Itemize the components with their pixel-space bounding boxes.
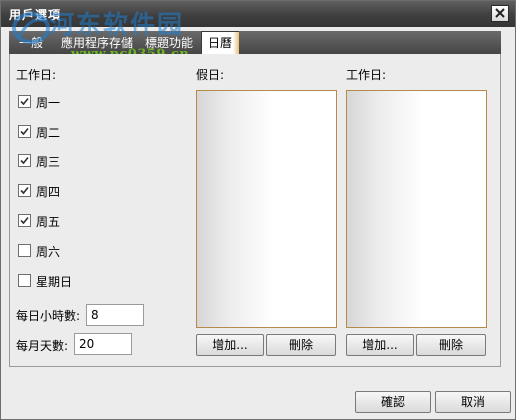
days-per-month-input[interactable]: 20	[74, 333, 132, 355]
title-bar: 用戶選項	[1, 1, 515, 27]
cancel-button[interactable]: 取消	[435, 391, 511, 413]
tab-strip: 一般 應用程序存儲 標題功能 日曆	[9, 31, 501, 55]
window-title: 用戶選項	[9, 8, 62, 22]
extra-workdays-list[interactable]	[346, 90, 487, 328]
tab-app-storage[interactable]: 應用程序存儲	[57, 33, 137, 54]
days-per-month-label: 每月天數:	[16, 339, 69, 353]
workday-wednesday-label: 周三	[36, 155, 61, 169]
holidays-list[interactable]	[196, 90, 337, 328]
tab-calendar[interactable]: 日曆	[201, 31, 240, 55]
user-options-dialog: 用戶選項 一般 應用程序存儲 標題功能 日曆 河东软件园 www.pc0359.…	[0, 0, 516, 420]
hours-per-day-label: 每日小時數:	[16, 309, 81, 323]
checkmark-icon	[20, 186, 29, 195]
workday-thursday-checkbox[interactable]	[18, 184, 31, 197]
extra-workdays-delete-button[interactable]: 刪除	[416, 334, 486, 356]
workday-monday-label: 周一	[36, 96, 61, 110]
workday-friday-label: 周五	[36, 215, 61, 229]
checkmark-icon	[20, 127, 29, 136]
checkmark-icon	[20, 216, 29, 225]
holidays-delete-button[interactable]: 刪除	[266, 334, 336, 356]
hours-per-day-input[interactable]: 8	[86, 304, 144, 326]
workday-tuesday-label: 周二	[36, 126, 61, 140]
workday-sunday-label: 星期日	[36, 275, 73, 289]
tab-title-features[interactable]: 標題功能	[141, 33, 197, 54]
holidays-header: 假日:	[196, 68, 225, 82]
workday-tuesday-checkbox[interactable]	[18, 125, 31, 138]
workdays-header: 工作日:	[16, 68, 57, 82]
close-button[interactable]	[491, 5, 509, 22]
workday-thursday-label: 周四	[36, 185, 61, 199]
holidays-add-button[interactable]: 增加...	[196, 334, 264, 356]
calendar-panel: 工作日: 周一 周二 周三 周四 周五 周六 星期日 每日小時數: 8 每月天數…	[9, 54, 501, 367]
workday-monday-checkbox[interactable]	[18, 95, 31, 108]
workday-saturday-checkbox[interactable]	[18, 244, 31, 257]
extra-workdays-add-button[interactable]: 增加...	[346, 334, 414, 356]
workday-sunday-checkbox[interactable]	[18, 274, 31, 287]
workday-friday-checkbox[interactable]	[18, 214, 31, 227]
ok-button[interactable]: 確認	[355, 391, 431, 413]
checkmark-icon	[20, 97, 29, 106]
extra-workdays-header: 工作日:	[346, 68, 387, 82]
close-icon	[495, 8, 505, 18]
checkmark-icon	[20, 156, 29, 165]
workday-wednesday-checkbox[interactable]	[18, 154, 31, 167]
tab-general[interactable]: 一般	[15, 33, 47, 54]
workday-saturday-label: 周六	[36, 245, 61, 259]
